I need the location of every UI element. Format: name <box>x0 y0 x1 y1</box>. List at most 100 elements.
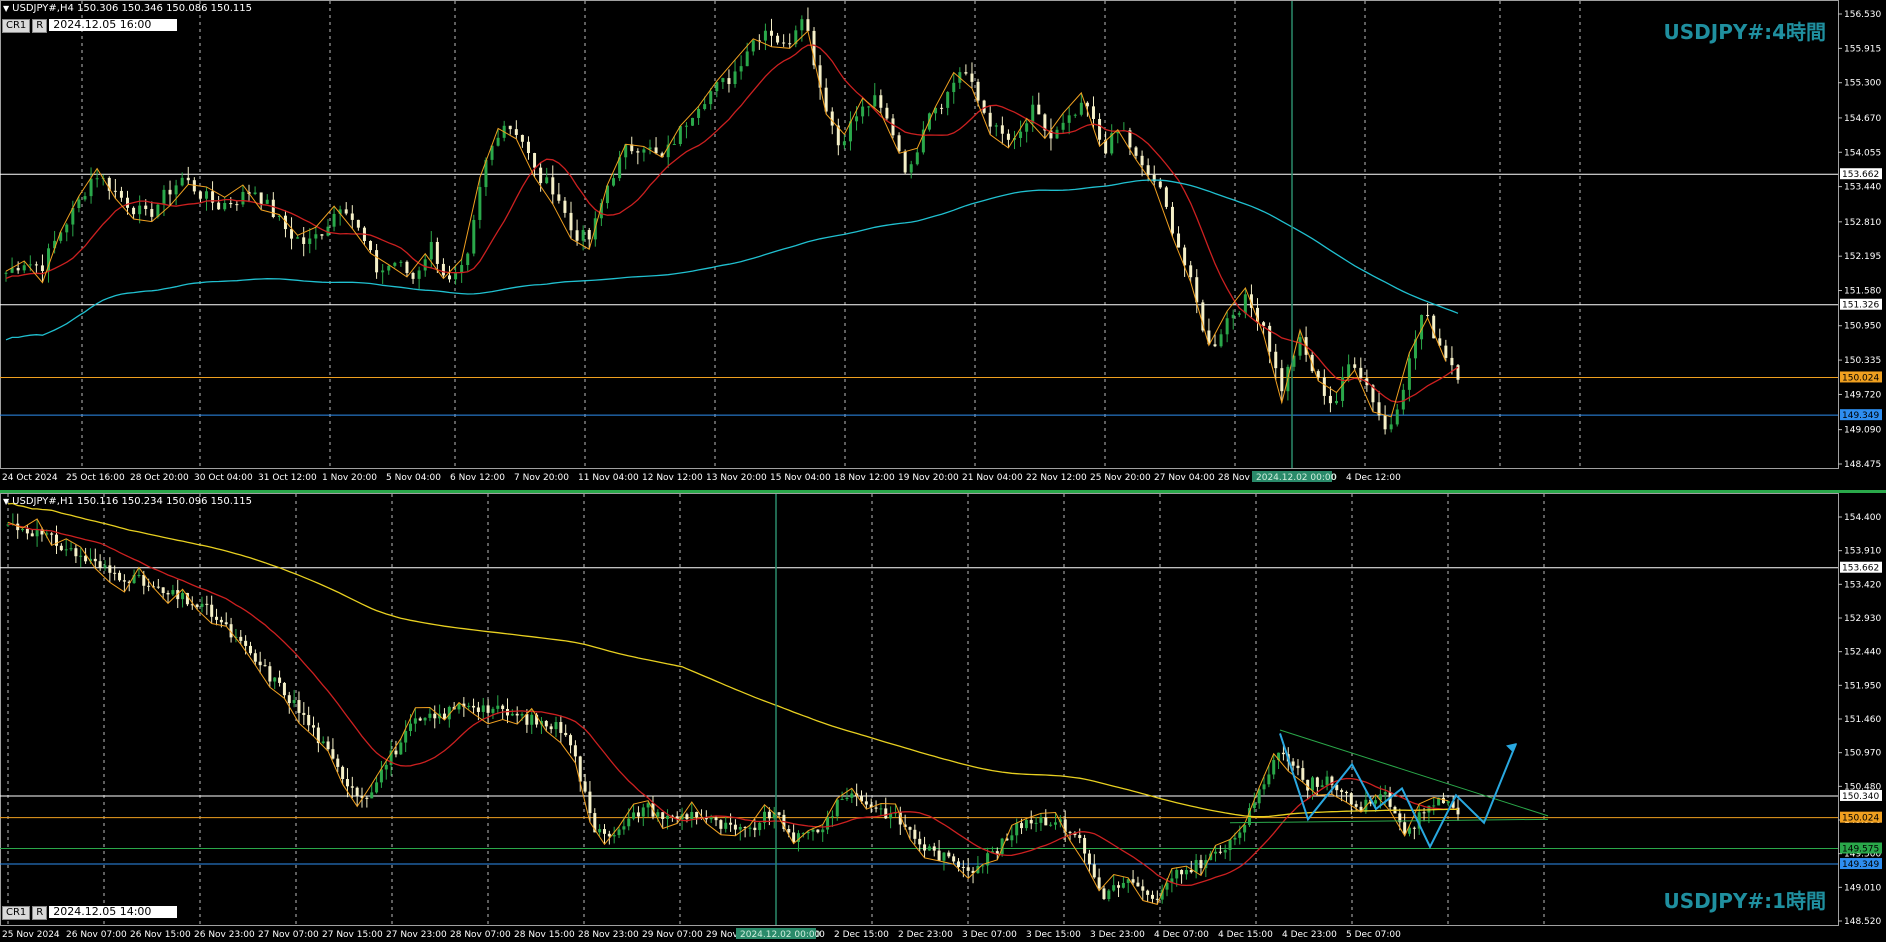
candle-body <box>913 829 917 839</box>
h1-toolbar: CR1 R 2024.12.05 14:00 <box>2 906 178 920</box>
candle-body <box>1243 294 1247 314</box>
candle-body <box>320 234 324 236</box>
cr1-button[interactable]: CR1 <box>2 19 31 33</box>
candle-body <box>1274 351 1278 369</box>
candle-body <box>302 712 306 715</box>
candle-body <box>891 118 895 136</box>
candle-body <box>709 91 713 105</box>
time-axis-label: 19 Nov 20:00 <box>898 473 959 483</box>
time-axis-label: 29 Nov <box>706 930 739 940</box>
candle-body <box>1150 894 1154 899</box>
candle-body <box>1291 761 1295 766</box>
h4-chart-canvas[interactable]: 156.530 155.915 155.300 154.670 154.055 153.4… <box>0 0 1886 490</box>
dropdown-triangle-icon[interactable]: ▼ <box>3 497 9 506</box>
candle-body <box>1213 344 1217 347</box>
dropdown-triangle-icon[interactable]: ▼ <box>3 4 9 13</box>
candle-body <box>908 827 912 830</box>
h1-chart-window[interactable]: 154.400 153.910 153.420 152.930 152.440 151.9… <box>0 493 1886 942</box>
projection-path <box>1279 733 1517 850</box>
cr1-button[interactable]: CR1 <box>2 906 31 920</box>
candle-body <box>1223 850 1227 853</box>
candle-body <box>587 230 591 240</box>
candle-body <box>119 190 123 198</box>
candle-body <box>782 42 786 44</box>
candle-body <box>1034 822 1038 824</box>
h4-chart-window[interactable]: 156.530 155.915 155.300 154.670 154.055 153.4… <box>0 0 1886 490</box>
candle-body <box>4 272 8 274</box>
candle-body <box>248 645 252 654</box>
candle-body <box>709 817 713 820</box>
candle-body <box>180 177 184 186</box>
candle-body <box>195 604 199 607</box>
candle-body <box>636 151 640 153</box>
candle-body <box>40 265 44 271</box>
candle-body <box>642 149 646 153</box>
candle-body <box>186 177 190 181</box>
candle-body <box>1037 104 1041 115</box>
candle-body <box>418 718 422 721</box>
candle-body <box>539 167 543 184</box>
candle-body <box>126 197 130 208</box>
candle-body <box>350 213 354 220</box>
candle-body <box>467 705 471 707</box>
time-axis-label: 13 Nov 20:00 <box>706 473 767 483</box>
candle-body <box>387 265 391 271</box>
time-axis-label: 28 Oct 20:00 <box>130 473 189 483</box>
candle-body <box>356 219 360 228</box>
candle-body <box>806 19 810 31</box>
plot-frame <box>0 0 1839 469</box>
candle-body <box>263 665 267 667</box>
candle-body <box>235 204 239 206</box>
candle-body <box>35 529 39 537</box>
candle-body <box>137 574 141 576</box>
candle-body <box>672 144 676 146</box>
candle-body <box>937 850 941 861</box>
candle-body <box>108 565 112 573</box>
candle-body <box>50 533 54 535</box>
candle-body <box>840 799 844 801</box>
candle-body <box>508 125 512 130</box>
candle-body <box>583 781 587 792</box>
time-axis-label: 30 Oct 04:00 <box>194 473 253 483</box>
candle-body <box>205 603 209 605</box>
candle-body <box>331 749 335 759</box>
candle-body <box>1446 801 1450 804</box>
candle-body <box>612 835 616 837</box>
candle-body <box>777 812 781 815</box>
h1-datetime-field[interactable]: 2024.12.05 14:00 <box>49 906 178 918</box>
candle-body <box>486 705 490 713</box>
candle-body <box>1146 165 1150 175</box>
candle-body <box>748 827 752 829</box>
candle-body <box>607 833 611 837</box>
candle-body <box>1112 885 1116 891</box>
candle-body <box>1189 265 1193 278</box>
price-tick-label: 151.950 <box>1844 681 1881 691</box>
r-button[interactable]: R <box>32 19 48 33</box>
candle-body <box>1450 357 1454 366</box>
candle-body <box>617 829 621 836</box>
h4-datetime-field[interactable]: 2024.12.05 16:00 <box>49 19 178 31</box>
candle-body <box>1177 233 1181 248</box>
candle-body <box>776 35 780 43</box>
time-axis-label: 26 Nov 15:00 <box>130 930 191 940</box>
candle-body <box>365 797 369 799</box>
candle-body <box>1170 206 1174 234</box>
candle-body <box>966 867 970 871</box>
candle-body <box>1281 752 1285 755</box>
candle-body <box>800 19 804 31</box>
time-axis-label: 15 Nov 04:00 <box>770 473 831 483</box>
candle-body <box>381 270 385 273</box>
candle-body <box>897 135 901 152</box>
h1-chart-canvas[interactable]: 154.400 153.910 153.420 152.930 152.440 151.9… <box>0 493 1886 942</box>
candle-body <box>530 714 534 725</box>
r-button[interactable]: R <box>32 906 48 920</box>
price-tick-label: 150.950 <box>1844 322 1881 332</box>
candle-body <box>811 829 815 832</box>
candle-body <box>1158 181 1162 188</box>
level-price-label: 150.340 <box>1842 792 1879 802</box>
candle-body <box>1010 835 1014 841</box>
time-axis-label: 1 Nov 20:00 <box>322 473 377 483</box>
candle-body <box>384 764 388 770</box>
candle-body <box>549 726 553 730</box>
candle-body <box>278 677 282 683</box>
